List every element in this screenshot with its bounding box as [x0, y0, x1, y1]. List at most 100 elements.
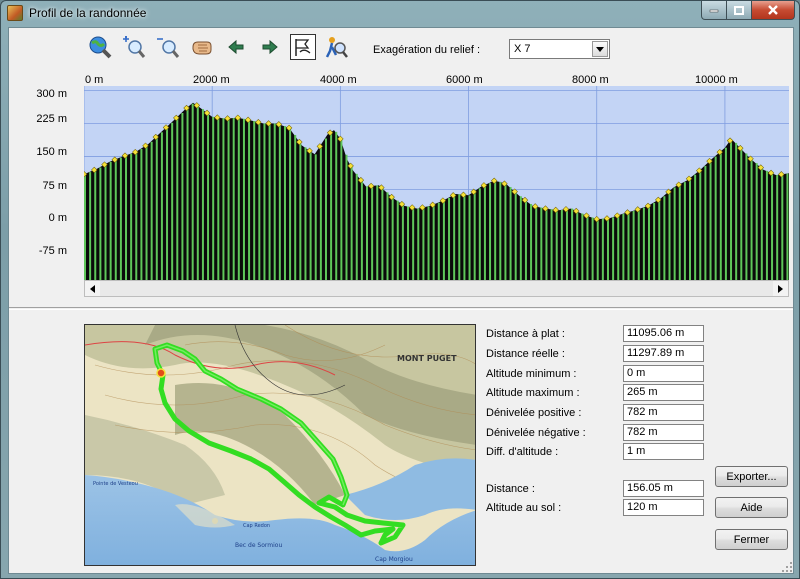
sample-bar	[637, 209, 640, 280]
panel-splitter[interactable]	[9, 307, 793, 310]
sample-bar	[494, 180, 497, 280]
sample-bar	[217, 117, 220, 280]
previous-arrow-button[interactable]	[223, 34, 249, 60]
sample-bar	[432, 204, 435, 280]
export-button[interactable]: Exporter...	[715, 466, 788, 487]
sample-bar	[222, 118, 225, 280]
sample-bar	[166, 127, 169, 280]
scroll-right-button[interactable]	[773, 281, 788, 296]
sample-bar	[714, 156, 717, 280]
sample-bar	[478, 188, 481, 280]
sample-bar	[591, 217, 594, 280]
sample-bar	[750, 158, 753, 280]
sample-bar	[648, 205, 650, 280]
map-label: Pointe de Vesteou	[93, 481, 138, 487]
sample-bar	[248, 119, 251, 280]
y-tick-label: -75 m	[38, 245, 67, 257]
stat-label: Dénivelée négative :	[486, 427, 586, 439]
sample-bar	[622, 213, 625, 280]
close-button[interactable]: Fermer	[715, 529, 788, 550]
map-label: Cap Redon	[243, 523, 270, 529]
help-button[interactable]: Aide	[715, 497, 788, 518]
sample-bar	[355, 173, 358, 280]
close-window-button[interactable]	[751, 1, 795, 20]
sample-bar	[489, 183, 492, 280]
stat-label: Dénivelée positive :	[486, 407, 582, 419]
maximize-button[interactable]	[726, 1, 752, 20]
hiker-search-button[interactable]	[323, 34, 349, 60]
x-tick-label: 8000 m	[572, 74, 609, 86]
zoom-in-icon	[123, 36, 146, 58]
zoom-in-button[interactable]	[121, 34, 147, 60]
dropdown-arrow[interactable]	[592, 41, 608, 57]
relief-exaggeration-label: Exagération du relief :	[373, 44, 481, 56]
sample-bar	[371, 185, 374, 280]
zoom-globe-button[interactable]	[87, 34, 113, 60]
sample-bar	[560, 209, 563, 280]
scroll-left-icon	[90, 284, 95, 293]
stat-value: 782 m	[623, 424, 704, 441]
sample-bar	[663, 196, 666, 280]
sample-bar	[740, 148, 743, 280]
sample-bar	[401, 204, 404, 280]
sample-bar	[314, 154, 317, 280]
sample-bar	[596, 219, 599, 280]
sample-bar	[376, 185, 379, 280]
stat-value: 11095.06 m	[623, 325, 704, 342]
sample-bar	[386, 192, 389, 280]
horizontal-scrollbar[interactable]	[84, 280, 789, 297]
sample-bar	[509, 187, 512, 280]
sample-bar	[207, 112, 210, 280]
x-tick-label: 10000 m	[695, 74, 738, 86]
sample-bar	[581, 213, 584, 280]
sample-bar	[463, 194, 466, 280]
sample-bar	[396, 200, 399, 280]
minimize-button[interactable]	[701, 1, 727, 20]
sample-bar	[324, 138, 327, 280]
sample-bar	[242, 118, 245, 280]
sample-bar	[299, 141, 302, 280]
app-icon	[7, 5, 23, 21]
map-label: Cap Morgiou	[375, 556, 413, 563]
sample-bar	[499, 181, 502, 280]
title-bar[interactable]: Profil de la randonnée	[1, 1, 799, 26]
sample-bar	[186, 108, 189, 280]
sample-bar	[212, 116, 215, 280]
sample-bar	[535, 206, 538, 280]
sample-bar	[109, 161, 112, 280]
sample-bar	[135, 152, 138, 280]
sample-bar	[237, 117, 240, 280]
sample-bar	[448, 197, 451, 280]
route-map[interactable]: MONT PUGET Cap Morgiou Bec de Sormiou Ca…	[84, 324, 476, 566]
next-arrow-button[interactable]	[257, 34, 283, 60]
sample-bar	[709, 161, 712, 280]
hand-icon	[192, 41, 212, 55]
elevation-profile-chart[interactable]	[84, 86, 789, 280]
map-label: MONT PUGET	[397, 354, 457, 363]
window-frame: Profil de la randonnée Exagération du re…	[0, 0, 800, 579]
sample-bar	[309, 150, 312, 280]
sample-bar	[273, 123, 276, 280]
sample-bar	[781, 174, 784, 280]
scroll-left-button[interactable]	[85, 281, 100, 296]
sample-bar	[627, 212, 630, 280]
chevron-down-icon	[596, 46, 604, 52]
sample-bar	[171, 122, 174, 280]
pan-hand-button[interactable]	[189, 34, 215, 60]
sample-bar	[678, 184, 681, 280]
sample-bar	[699, 170, 702, 280]
sample-bar	[771, 172, 774, 280]
sample-bar	[335, 131, 338, 280]
sample-bar	[150, 141, 153, 280]
cursor-distance-label: Distance :	[486, 483, 535, 495]
stat-value: 11297.89 m	[623, 345, 704, 362]
route-flag-button[interactable]	[290, 34, 316, 60]
relief-exaggeration-select[interactable]: X 7	[509, 39, 610, 59]
sample-bar	[519, 196, 522, 280]
resize-grip-icon[interactable]	[781, 561, 793, 573]
stat-value: 0 m	[623, 365, 704, 382]
sample-bar	[330, 132, 333, 280]
sample-bar	[668, 191, 671, 280]
zoom-out-button[interactable]	[155, 34, 181, 60]
sample-bar	[606, 218, 609, 280]
